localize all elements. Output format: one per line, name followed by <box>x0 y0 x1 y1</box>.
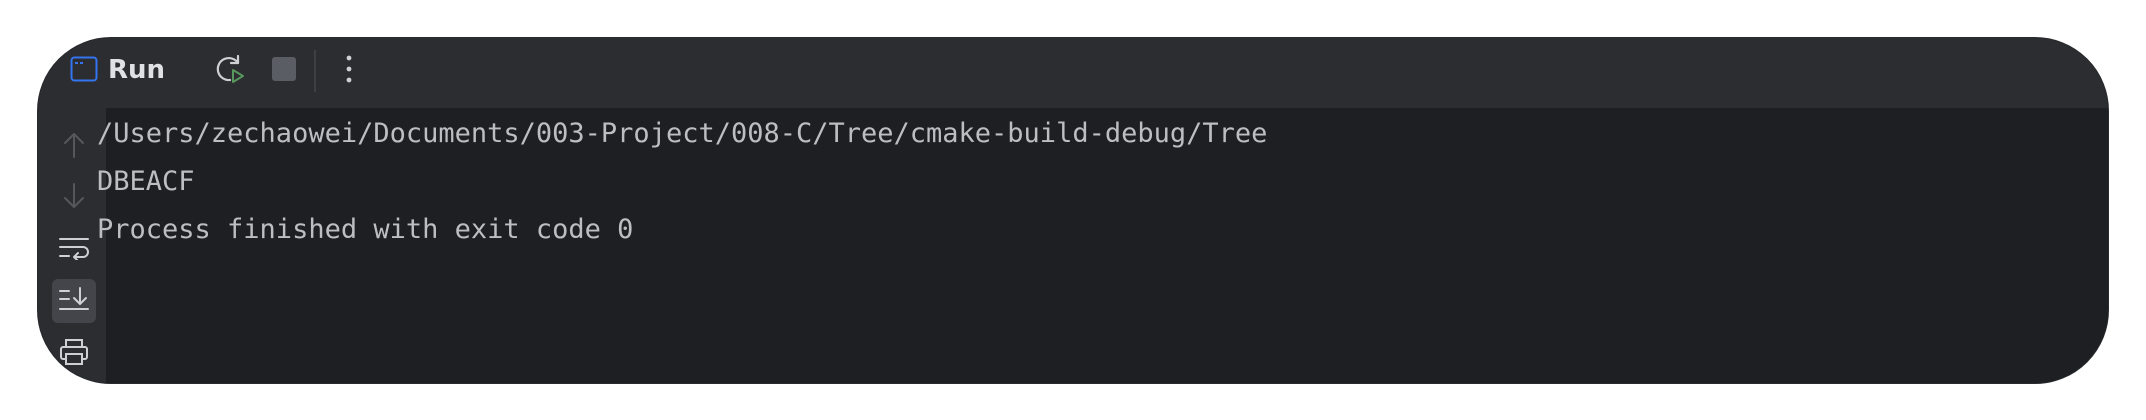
soft-wrap-icon <box>59 236 89 265</box>
stop-icon <box>271 56 297 87</box>
arrow-down-icon <box>61 182 87 215</box>
print-button[interactable] <box>52 332 96 376</box>
more-options-button[interactable] <box>329 51 369 91</box>
run-window-icon <box>70 56 98 82</box>
soft-wrap-button[interactable] <box>52 228 96 272</box>
arrow-up-icon <box>61 131 87 164</box>
console-side-toolbar <box>38 108 106 383</box>
console-line-output: DBEACF <box>97 166 195 197</box>
scroll-to-end-icon <box>59 286 89 317</box>
rerun-button[interactable] <box>210 51 250 91</box>
previous-occurrence-button[interactable] <box>52 125 96 169</box>
run-toolbar: Run <box>38 38 2108 108</box>
print-icon <box>59 338 89 371</box>
next-occurrence-button[interactable] <box>52 176 96 220</box>
more-vertical-icon <box>344 54 354 89</box>
rerun-icon <box>214 53 246 90</box>
toolbar-divider <box>314 50 316 92</box>
run-tab-title[interactable]: Run <box>108 50 165 90</box>
console-line-exit-status: Process finished with exit code 0 <box>97 214 634 245</box>
stop-button[interactable] <box>264 51 304 91</box>
scroll-to-end-button[interactable] <box>52 279 96 323</box>
console-line-command: /Users/zechaowei/Documents/003-Project/0… <box>97 118 1268 149</box>
run-tool-window: Run <box>37 37 2109 384</box>
